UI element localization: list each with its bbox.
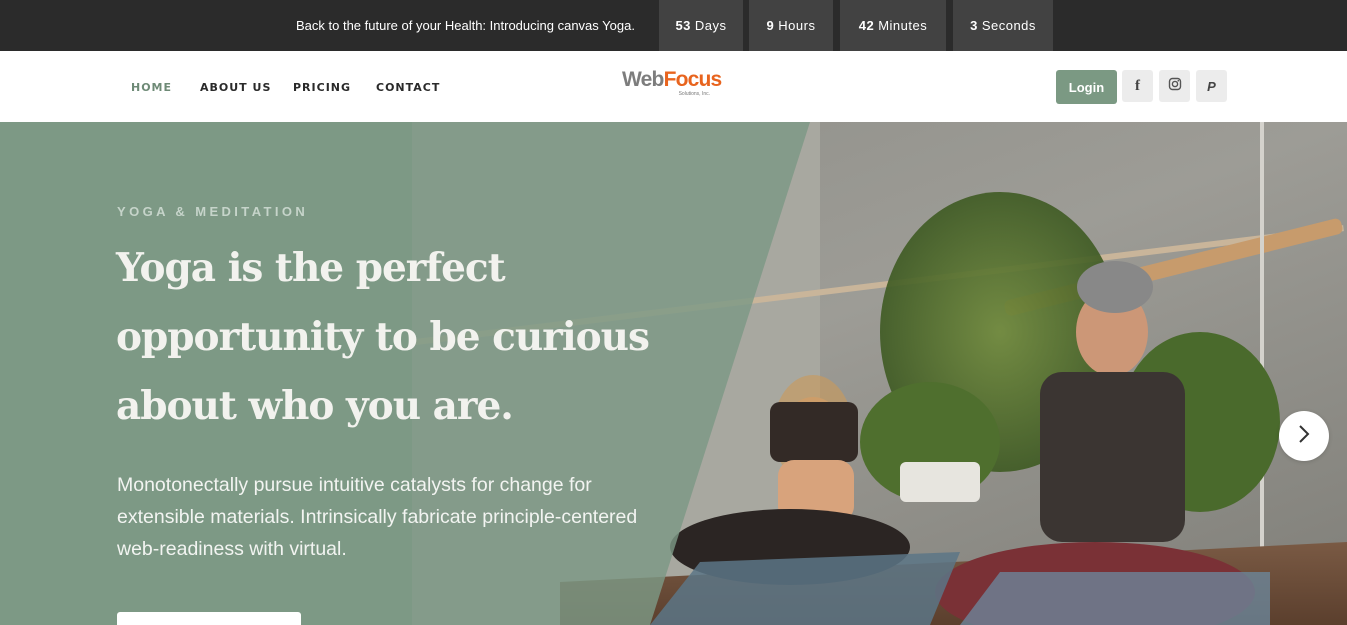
countdown-minutes-value: 42 <box>858 18 875 33</box>
hero-headline: Yoga is the perfect opportunity to be cu… <box>116 245 650 429</box>
site-header: HOME ABOUT US PRICING CONTACT WebFocus S… <box>0 51 1347 122</box>
countdown-hours-value: 9 <box>766 18 775 33</box>
hero-body: Monotonectally pursue intuitive catalyst… <box>117 474 638 560</box>
countdown-seconds: 3 Seconds <box>953 0 1053 51</box>
facebook-button[interactable]: f <box>1122 70 1153 102</box>
nav-pricing[interactable]: PRICING <box>293 81 351 94</box>
nav-home[interactable]: HOME <box>131 81 172 94</box>
login-button[interactable]: Login <box>1056 70 1117 104</box>
instagram-button[interactable] <box>1159 70 1190 102</box>
site-logo[interactable]: WebFocus Solutions, Inc. <box>622 68 722 102</box>
countdown-hours-unit: Hours <box>778 18 816 33</box>
nav-about-us[interactable]: ABOUT US <box>200 81 271 94</box>
logo-web-text: Web <box>622 68 664 91</box>
countdown-seconds-value: 3 <box>970 18 978 33</box>
countdown-days-value: 53 <box>675 18 691 33</box>
logo-focus-text: Focus <box>663 68 723 91</box>
paypal-icon: P <box>1207 78 1216 94</box>
logo-wordmark: WebFocus <box>622 68 723 92</box>
chevron-right-icon <box>1297 424 1311 449</box>
announcement-bar: Back to the future of your Health: Intro… <box>0 0 1347 51</box>
countdown-days-unit: Days <box>694 18 727 33</box>
paypal-button[interactable]: P <box>1196 70 1227 102</box>
countdown-minutes: 42 Minutes <box>840 0 946 51</box>
nav-contact[interactable]: CONTACT <box>376 81 440 94</box>
countdown-minutes-unit: Minutes <box>878 18 928 33</box>
countdown-days: 53 Days <box>659 0 743 51</box>
facebook-icon: f <box>1135 77 1140 94</box>
instagram-icon <box>1168 77 1182 96</box>
hero-section: YOGA & MEDITATION Yoga is the perfect op… <box>0 122 1347 625</box>
countdown-seconds-unit: Seconds <box>981 18 1036 33</box>
slider-next-button[interactable] <box>1279 411 1329 461</box>
logo-subtitle: Solutions, Inc. <box>678 91 710 97</box>
countdown-hours: 9 Hours <box>749 0 833 51</box>
hero-cta-button[interactable] <box>117 612 301 625</box>
hero-kicker: YOGA & MEDITATION <box>117 204 309 219</box>
announcement-text: Back to the future of your Health: Intro… <box>296 18 635 33</box>
